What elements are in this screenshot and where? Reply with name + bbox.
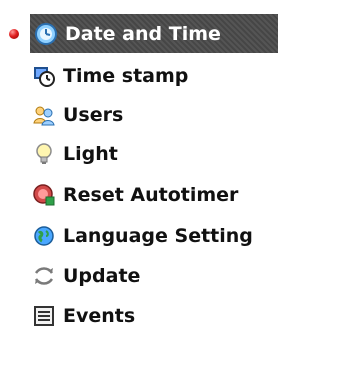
active-bullet-icon (9, 29, 19, 39)
menu-item-label: Date and Time (65, 22, 221, 45)
menu-item-language-setting[interactable]: Language Setting (32, 216, 253, 256)
users-icon (32, 103, 56, 127)
menu-item-label: Events (63, 305, 136, 327)
menu-item-date-and-time[interactable]: Date and Time (30, 14, 278, 53)
menu-item-time-stamp[interactable]: Time stamp (32, 56, 188, 96)
menu-item-label: Update (63, 265, 141, 287)
menu-item-label: Language Setting (63, 225, 253, 247)
globe-icon (32, 224, 56, 248)
menu-item-events[interactable]: Events (32, 296, 135, 336)
menu-item-users[interactable]: Users (32, 95, 123, 135)
menu-item-reset-autotimer[interactable]: Reset Autotimer (32, 175, 238, 215)
events-list-icon (32, 304, 56, 328)
menu-item-update[interactable]: Update (32, 256, 140, 296)
update-icon (32, 264, 56, 288)
menu-item-label: Time stamp (63, 65, 189, 87)
time-stamp-icon (32, 64, 56, 88)
menu-item-label: Light (63, 143, 118, 165)
clock-icon (34, 22, 58, 46)
settings-menu: Date and Time Time stamp Users Light Res… (0, 0, 349, 379)
reset-autotimer-icon (32, 183, 56, 207)
light-bulb-icon (32, 142, 56, 166)
menu-item-label: Reset Autotimer (63, 184, 239, 206)
menu-item-label: Users (63, 104, 124, 126)
menu-item-light[interactable]: Light (32, 134, 118, 174)
